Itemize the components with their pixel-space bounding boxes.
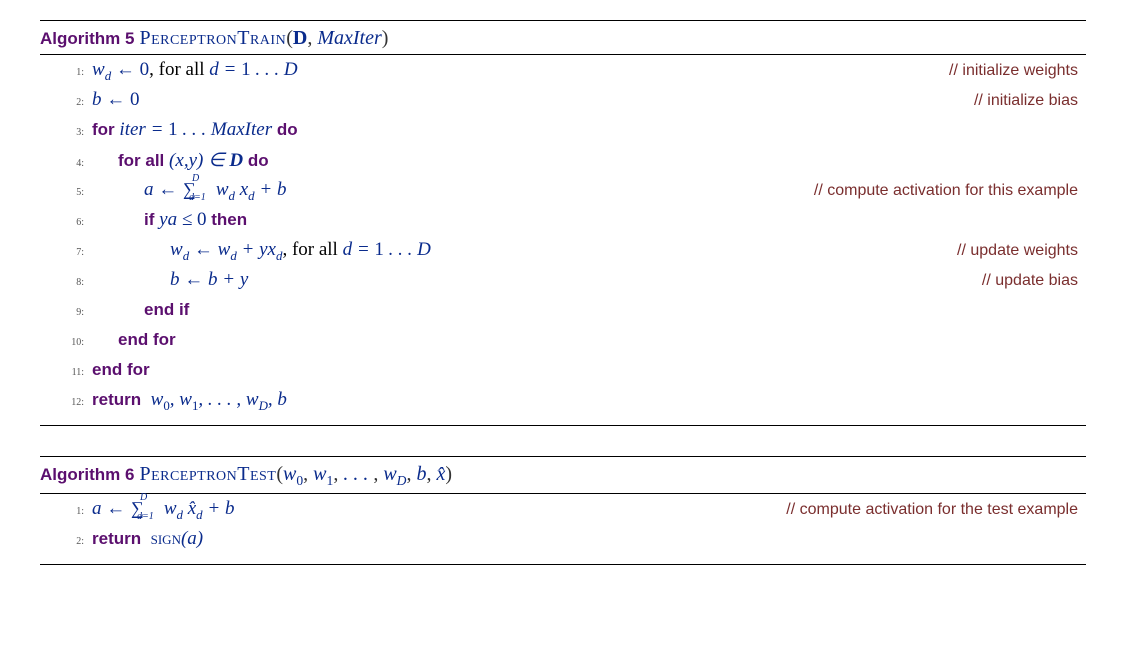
code-content: for all (x,y) ∈ D do: [92, 149, 1086, 172]
algorithm-keyword: Algorithm 6: [40, 465, 134, 484]
algorithm-header: Algorithm 5 PerceptronTrain(D, MaxIter): [40, 21, 1086, 54]
code-line: 10:end for: [40, 329, 1086, 359]
code-content: if ya ≤ 0 then: [92, 209, 1086, 231]
line-number: 8:: [40, 269, 92, 288]
algorithm-name: PerceptronTrain: [139, 27, 286, 49]
code-content: end for: [92, 359, 1086, 381]
line-number: 9:: [40, 299, 92, 318]
algorithm-body: 1:a ← D∑d=1 wd x̂d + b// compute activat…: [40, 494, 1086, 564]
line-number: 11:: [40, 359, 92, 378]
line-number: 4:: [40, 150, 92, 169]
line-number: 6:: [40, 209, 92, 228]
line-number: 3:: [40, 119, 92, 138]
line-comment: // compute activation for the test examp…: [786, 501, 1086, 519]
code-content: return w0, w1, . . . , wD, b: [92, 389, 1086, 414]
code-content: a ← D∑d=1 wd x̂d + b: [92, 498, 786, 523]
algorithm-params: (w0, w1, . . . , wD, b, x̂): [276, 463, 452, 485]
code-content: a ← D∑d=1 wd xd + b: [92, 179, 814, 204]
code-line: 2:b ← 0// initialize bias: [40, 89, 1086, 119]
line-number: 10:: [40, 329, 92, 348]
line-number: 1:: [40, 498, 92, 517]
code-line: 2:return sign(a): [40, 528, 1086, 558]
code-line: 8:b ← b + y// update bias: [40, 269, 1086, 299]
code-line: 3:for iter = 1 . . . MaxIter do: [40, 119, 1086, 149]
code-line: 5:a ← D∑d=1 wd xd + b// compute activati…: [40, 179, 1086, 209]
line-comment: // compute activation for this example: [814, 182, 1086, 200]
code-content: end if: [92, 299, 1086, 321]
code-content: return sign(a): [92, 528, 1086, 550]
line-number: 1:: [40, 59, 92, 78]
algorithm-header: Algorithm 6 PerceptronTest(w0, w1, . . .…: [40, 457, 1086, 493]
code-line: 11:end for: [40, 359, 1086, 389]
code-line: 1:wd ← 0, for all d = 1 . . . D// initia…: [40, 59, 1086, 89]
line-comment: // initialize weights: [949, 62, 1086, 80]
line-number: 5:: [40, 179, 92, 198]
line-comment: // update bias: [982, 272, 1086, 290]
code-line: 9:end if: [40, 299, 1086, 329]
code-content: for iter = 1 . . . MaxIter do: [92, 119, 1086, 141]
line-number: 12:: [40, 389, 92, 408]
algorithm-name: PerceptronTest: [139, 463, 276, 485]
line-comment: // initialize bias: [974, 92, 1086, 110]
code-line: 6:if ya ≤ 0 then: [40, 209, 1086, 239]
algorithm-params: (D, MaxIter): [286, 27, 388, 49]
code-content: wd ← 0, for all d = 1 . . . D: [92, 59, 949, 84]
code-line: 1:a ← D∑d=1 wd x̂d + b// compute activat…: [40, 498, 1086, 528]
algorithm-keyword: Algorithm 5: [40, 29, 134, 48]
code-content: end for: [92, 329, 1086, 351]
code-content: b ← b + y: [92, 269, 982, 291]
line-number: 2:: [40, 89, 92, 108]
code-content: b ← 0: [92, 89, 974, 111]
code-line: 7:wd ← wd + yxd, for all d = 1 . . . D//…: [40, 239, 1086, 269]
algorithm-block: Algorithm 5 PerceptronTrain(D, MaxIter) 1…: [40, 20, 1086, 426]
line-number: 2:: [40, 528, 92, 547]
line-number: 7:: [40, 239, 92, 258]
algorithm-block: Algorithm 6 PerceptronTest(w0, w1, . . .…: [40, 456, 1086, 565]
code-line: 12:return w0, w1, . . . , wD, b: [40, 389, 1086, 419]
code-content: wd ← wd + yxd, for all d = 1 . . . D: [92, 239, 957, 264]
line-comment: // update weights: [957, 242, 1086, 260]
algorithm-body: 1:wd ← 0, for all d = 1 . . . D// initia…: [40, 55, 1086, 425]
